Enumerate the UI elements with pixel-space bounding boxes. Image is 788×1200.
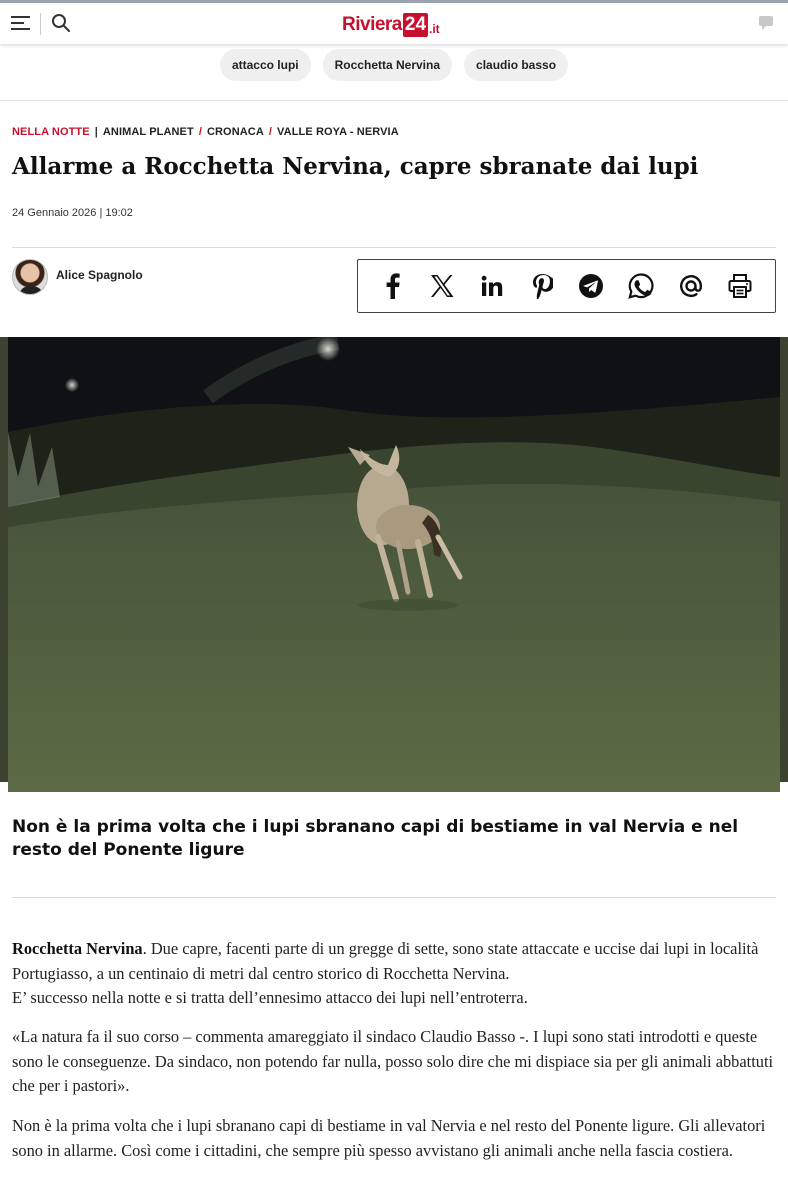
x-icon[interactable] [427, 271, 457, 301]
tag-chip[interactable]: Rocchetta Nervina [322, 49, 453, 81]
breadcrumb: NELLA NOTTE | ANIMAL PLANET / CRONACA / VALLE … [12, 126, 399, 138]
article-photo[interactable] [8, 337, 780, 792]
tag-chip[interactable]: attacco lupi [219, 49, 311, 81]
article-date: 24 Gennaio 2026 | 19:02 [12, 207, 133, 219]
logo-tld: .it [429, 22, 440, 36]
top-bar: Riviera 24 .it [0, 0, 788, 44]
breadcrumb-item[interactable]: CRONACA [207, 126, 264, 138]
facebook-icon[interactable] [378, 271, 408, 301]
article-paragraph: Rocchetta Nervina. Due capre, facenti pa… [12, 937, 776, 1011]
breadcrumb-highlight[interactable]: NELLA NOTTE [12, 126, 90, 138]
breadcrumb-separator: / [198, 126, 202, 138]
pinterest-icon[interactable] [527, 271, 557, 301]
menu-icon[interactable] [11, 15, 30, 32]
divider [0, 100, 788, 101]
email-icon[interactable] [676, 271, 706, 301]
tag-list: attacco lupi Rocchetta Nervina claudio b… [0, 49, 788, 81]
article-title: Allarme a Rocchetta Nervina, capre sbran… [12, 153, 699, 180]
breadcrumb-item[interactable]: VALLE ROYA - NERVIA [277, 126, 399, 138]
breadcrumb-separator: | [94, 126, 98, 138]
wolf-night-image [8, 337, 780, 792]
article-subtitle: Non è la prima volta che i lupi sbranano… [12, 817, 739, 860]
breadcrumb-item[interactable]: ANIMAL PLANET [103, 126, 194, 138]
author-avatar [12, 259, 48, 295]
photo-backdrop [0, 337, 8, 782]
author-name: Alice Spagnolo [56, 268, 143, 282]
logo-number: 24 [402, 13, 429, 37]
article-paragraph: «La natura fa il suo corso – commenta am… [12, 1027, 774, 1095]
tag-chip[interactable]: claudio basso [464, 49, 569, 81]
linkedin-icon[interactable] [477, 271, 507, 301]
comment-icon[interactable] [758, 14, 774, 32]
article-paragraph: Non è la prima volta che i lupi sbranano… [12, 1116, 766, 1160]
divider [12, 247, 776, 248]
breadcrumb-separator: / [268, 126, 273, 138]
search-icon[interactable] [51, 13, 71, 33]
share-bar [357, 259, 776, 313]
divider [40, 13, 41, 35]
telegram-icon[interactable] [576, 271, 606, 301]
site-logo[interactable]: Riviera 24 .it [342, 11, 440, 39]
lead-location: Rocchetta Nervina [12, 939, 143, 958]
photo-backdrop [780, 337, 788, 782]
paragraph-text: E’ successo nella notte e si tratta dell… [12, 988, 528, 1007]
author-link[interactable]: Alice Spagnolo [12, 259, 143, 295]
print-icon[interactable] [725, 271, 755, 301]
logo-word: Riviera [342, 14, 402, 35]
whatsapp-icon[interactable] [626, 271, 656, 301]
divider [12, 897, 776, 898]
